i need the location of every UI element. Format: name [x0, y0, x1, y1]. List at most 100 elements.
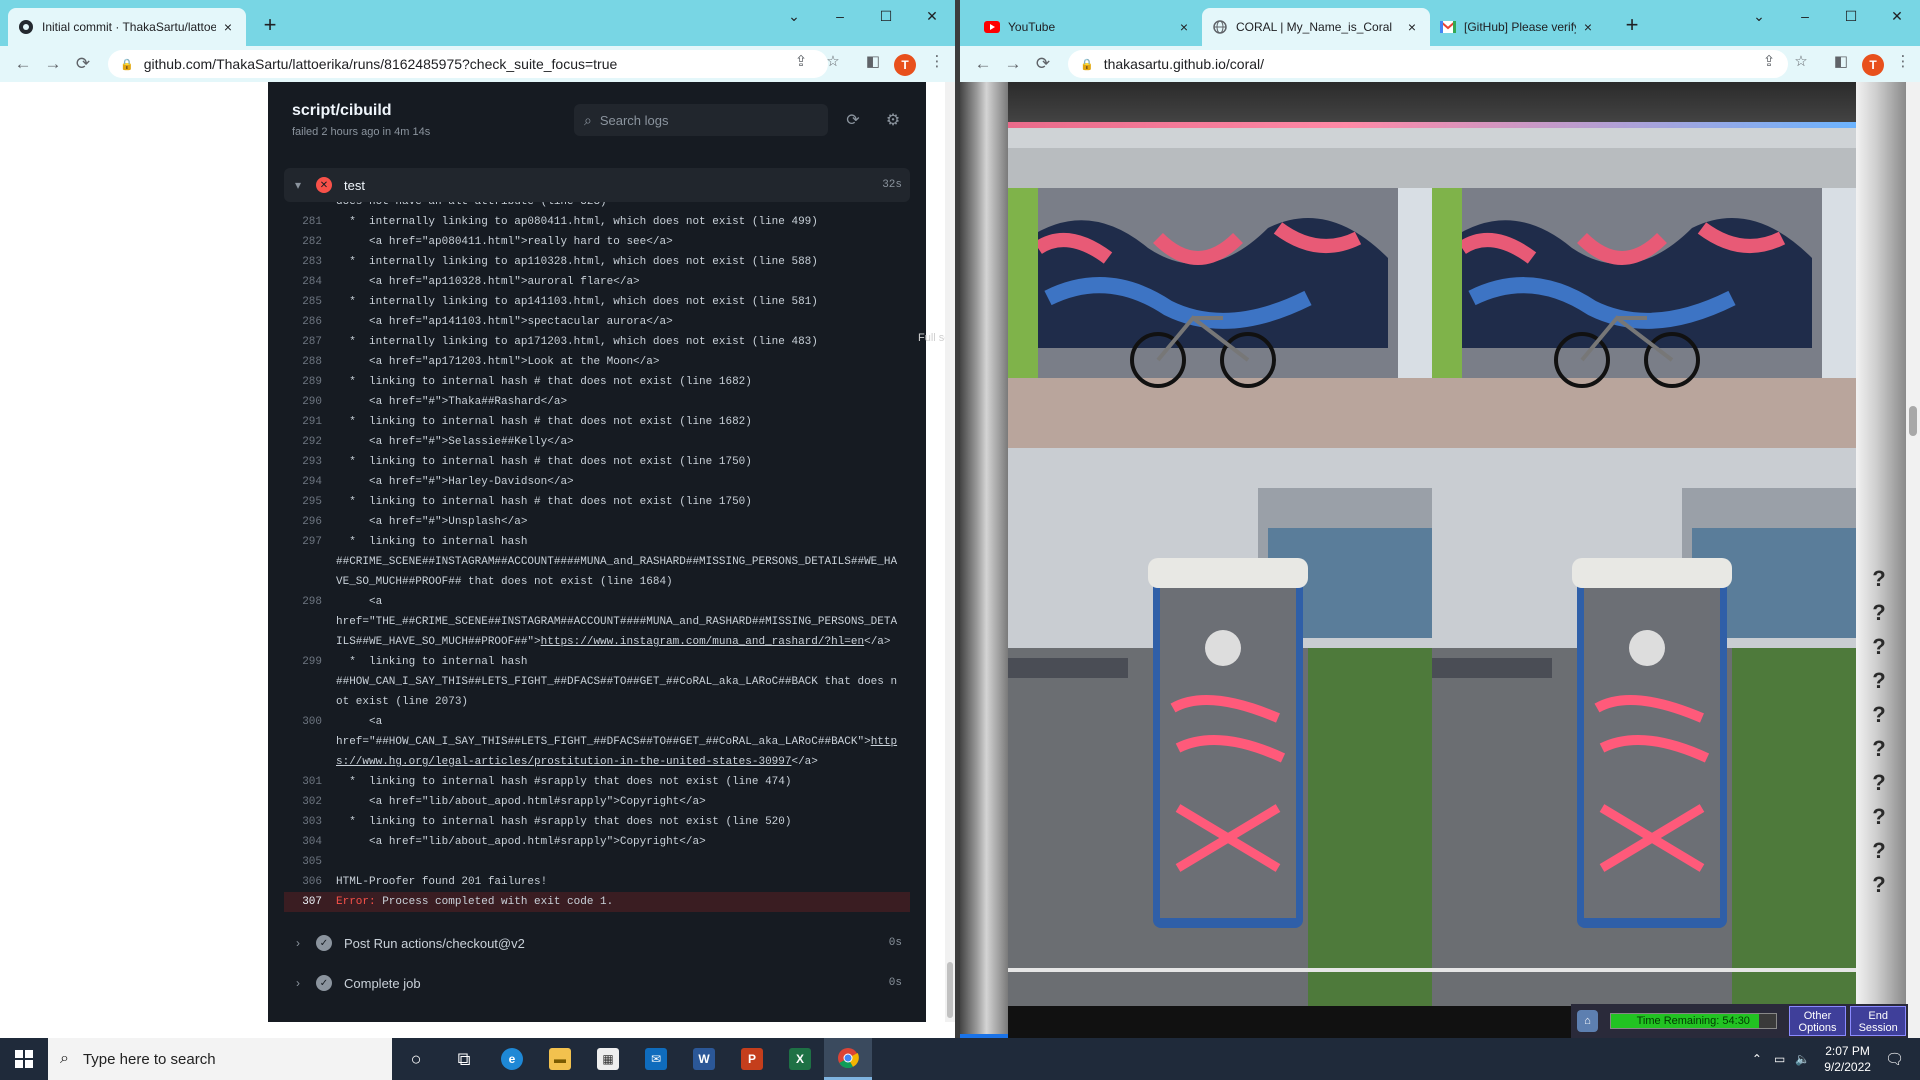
- menu-kebab-icon[interactable]: ⋮: [1892, 52, 1914, 70]
- store-icon[interactable]: ▦: [584, 1038, 632, 1080]
- globe-favicon-icon: [1212, 19, 1228, 35]
- step-complete-job[interactable]: › ✓ Complete job 0s: [284, 966, 910, 1000]
- menu-kebab-icon[interactable]: ⋮: [926, 52, 948, 70]
- share-icon[interactable]: ⇪: [1758, 52, 1780, 70]
- tab-youtube[interactable]: YouTube ×: [974, 8, 1202, 46]
- graffiti-bike-photo-copy: [1432, 128, 1856, 448]
- job-title: script/cibuild: [292, 102, 392, 119]
- log-line-text: * linking to internal hash # that does n…: [336, 416, 752, 428]
- back-icon[interactable]: ←: [8, 54, 38, 74]
- address-bar[interactable]: 🔒 github.com/ThakaSartu/lattoerika/runs/…: [108, 50, 828, 78]
- tab-close-icon[interactable]: ×: [1404, 19, 1420, 35]
- close-window-button[interactable]: ✕: [1874, 0, 1920, 32]
- share-icon[interactable]: ⇪: [790, 52, 812, 70]
- end-session-button[interactable]: End Session: [1850, 1006, 1906, 1036]
- tab-search-icon[interactable]: ⌄: [1736, 0, 1782, 32]
- log-line-text: <a href="lib/about_apod.html#srapply">Co…: [336, 836, 706, 848]
- notifications-icon[interactable]: 🗨: [1885, 1050, 1904, 1068]
- page-scrollbar[interactable]: [1906, 82, 1920, 1038]
- tab-github-run[interactable]: Initial commit · ThakaSartu/lattoerika ×: [8, 8, 246, 46]
- maximize-button[interactable]: ☐: [863, 0, 909, 32]
- log-line-number: 294: [302, 476, 322, 488]
- mail-icon[interactable]: ✉: [632, 1038, 680, 1080]
- lock-icon: 🔒: [120, 58, 134, 71]
- taskbar-clock[interactable]: 2:07 PM 9/2/2022: [1824, 1043, 1871, 1075]
- clock-date: 9/2/2022: [1824, 1060, 1871, 1074]
- side-panel-icon[interactable]: ◧: [1830, 52, 1852, 70]
- log-line-number: 281: [302, 216, 322, 228]
- minimize-button[interactable]: –: [817, 0, 863, 32]
- side-panel-icon[interactable]: ◧: [862, 52, 884, 70]
- log-line-text: * internally linking to ap141103.html, w…: [336, 296, 818, 308]
- log-line-number: 300: [302, 716, 322, 728]
- log-line-number: 299: [302, 656, 322, 668]
- refresh-icon[interactable]: ⟳: [842, 110, 864, 132]
- tab-github-verify[interactable]: [GitHub] Please verify your device ×: [1430, 8, 1606, 46]
- log-line-text: <a href="lib/about_apod.html#srapply">Co…: [336, 796, 706, 808]
- network-icon[interactable]: ▭: [1774, 1052, 1785, 1066]
- log-line: 284 <a href="ap110328.html">auroral flar…: [284, 272, 910, 292]
- log-line-number: 289: [302, 376, 322, 388]
- chevron-right-icon: ›: [296, 976, 300, 990]
- youtube-favicon-icon: [984, 19, 1000, 35]
- time-remaining-label: Time Remaining: 54:30: [1636, 1015, 1750, 1027]
- search-logs-input[interactable]: ⌕ Search logs: [574, 104, 828, 136]
- chrome-icon[interactable]: [824, 1038, 872, 1080]
- back-icon[interactable]: ←: [968, 54, 998, 74]
- other-options-button[interactable]: Other Options: [1788, 1006, 1847, 1036]
- task-view-icon[interactable]: ⧉: [440, 1038, 488, 1080]
- page-scrollbar[interactable]: [945, 82, 955, 1022]
- step-duration: 0s: [888, 977, 902, 989]
- chevron-down-icon: ▾: [294, 178, 302, 192]
- tab-close-icon[interactable]: ×: [1176, 19, 1192, 35]
- left-browser-window: Initial commit · ThakaSartu/lattoerika ×…: [0, 0, 955, 1038]
- log-line: 281 * internally linking to ap080411.htm…: [284, 212, 910, 232]
- cortana-icon[interactable]: ○: [392, 1038, 440, 1080]
- gear-icon[interactable]: ⚙: [882, 110, 904, 132]
- profile-avatar[interactable]: T: [1862, 54, 1884, 76]
- log-line-number: 307: [302, 896, 322, 908]
- new-tab-button[interactable]: +: [1618, 12, 1646, 38]
- forward-icon[interactable]: →: [998, 54, 1028, 74]
- bookmark-star-icon[interactable]: ☆: [1790, 52, 1812, 70]
- excel-icon[interactable]: X: [776, 1038, 824, 1080]
- url-text: thakasartu.github.io/coral/: [1103, 56, 1265, 72]
- word-icon[interactable]: W: [680, 1038, 728, 1080]
- step-test-header[interactable]: ▾ ✕ test 32s: [284, 168, 910, 202]
- forward-icon[interactable]: →: [38, 54, 68, 74]
- tab-search-icon[interactable]: ⌄: [771, 0, 817, 32]
- log-line-text: * linking to internal hash # that does n…: [336, 496, 752, 508]
- close-window-button[interactable]: ✕: [909, 0, 955, 32]
- session-timer-panel: ⌂ Time Remaining: 54:30 Other Options En…: [1571, 1004, 1908, 1038]
- volume-icon[interactable]: 🔈: [1795, 1052, 1810, 1066]
- log-line-text: * internally linking to ap080411.html, w…: [336, 216, 818, 228]
- edge-icon[interactable]: e: [488, 1038, 536, 1080]
- tab-coral[interactable]: CORAL | My_Name_is_Coral ×: [1202, 8, 1430, 46]
- step-post-checkout[interactable]: › ✓ Post Run actions/checkout@v2 0s: [284, 926, 910, 960]
- scrollbar-thumb[interactable]: [1909, 406, 1917, 436]
- bookmark-star-icon[interactable]: ☆: [822, 52, 844, 70]
- log-line-text: * linking to internal hash # that does n…: [336, 456, 752, 468]
- maximize-button[interactable]: ☐: [1828, 0, 1874, 32]
- show-hidden-icons-icon[interactable]: ⌃: [1752, 1052, 1762, 1066]
- address-bar[interactable]: 🔒 thakasartu.github.io/coral/: [1068, 50, 1788, 78]
- log-url-link[interactable]: https://www.instagram.com/muna_and_rasha…: [541, 636, 864, 648]
- tab-title: Initial commit · ThakaSartu/lattoerika: [42, 20, 216, 34]
- log-line-text: * linking to internal hash ##HOW_CAN_I_S…: [336, 656, 898, 708]
- powerpoint-icon[interactable]: P: [728, 1038, 776, 1080]
- start-button[interactable]: [0, 1038, 48, 1080]
- scrollbar-thumb[interactable]: [947, 962, 953, 1018]
- left-toolbar: ← → ⟳ 🔒 github.com/ThakaSartu/lattoerika…: [0, 46, 955, 82]
- tab-close-icon[interactable]: ×: [1580, 19, 1596, 35]
- reload-icon[interactable]: ⟳: [68, 54, 98, 74]
- profile-avatar[interactable]: T: [894, 54, 916, 76]
- file-explorer-icon[interactable]: ▬: [536, 1038, 584, 1080]
- new-tab-button[interactable]: +: [256, 12, 284, 38]
- system-tray: ⌃ ▭ 🔈 2:07 PM 9/2/2022 🗨: [1752, 1038, 1920, 1080]
- taskbar-search-box[interactable]: ⌕ Type here to search: [48, 1038, 392, 1080]
- log-line-text: <a href="ap110328.html">auroral flare</a…: [336, 276, 640, 288]
- tab-close-icon[interactable]: ×: [220, 19, 236, 35]
- reload-icon[interactable]: ⟳: [1028, 54, 1058, 74]
- log-line-number: 297: [302, 536, 322, 548]
- minimize-button[interactable]: –: [1782, 0, 1828, 32]
